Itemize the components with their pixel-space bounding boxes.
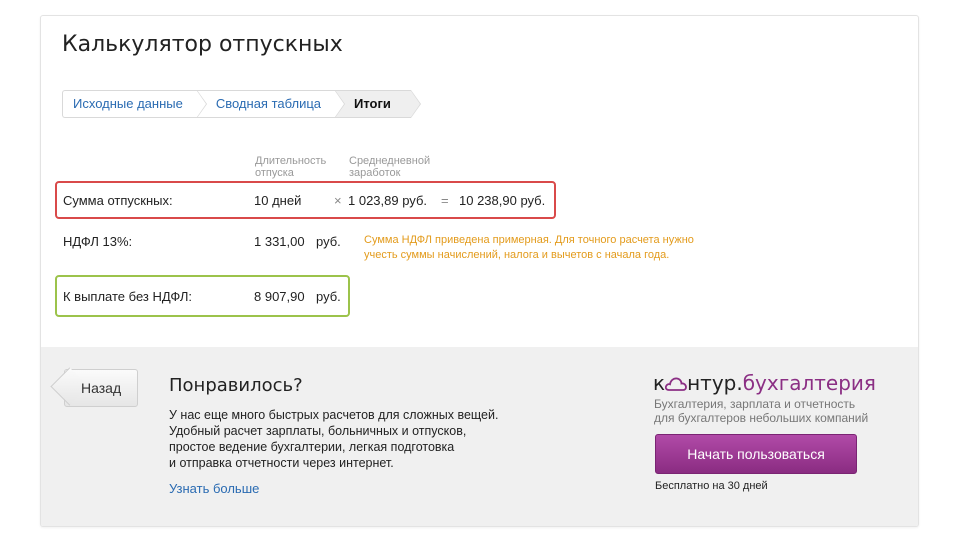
equals-sign: = (441, 193, 449, 208)
calculator-card: Калькулятор отпускных Исходные данные Св… (40, 15, 919, 527)
step-label: Исходные данные (73, 96, 183, 111)
payout-amount-value: 8 907,90 (254, 289, 305, 304)
ndfl-unit: руб. (316, 234, 341, 249)
promo-section: Назад Понравилось? У нас еще много быстр… (41, 347, 918, 526)
column-header-average: Среднедневной заработок (349, 155, 431, 179)
ndfl-label: НДФЛ 13%: (63, 234, 133, 249)
average-earnings-value: 1 023,89 руб. (348, 193, 428, 208)
back-button[interactable]: Назад (50, 367, 139, 407)
column-header-duration: Длительность отпуска (255, 155, 327, 179)
step-results[interactable]: Итоги (335, 90, 421, 118)
step-label: Итоги (354, 96, 391, 111)
vacation-total-value: 10 238,90 руб. (459, 193, 546, 208)
promo-title: Понравилось? (169, 375, 303, 396)
payout-label: К выплате без НДФЛ: (63, 289, 192, 304)
cloud-icon (665, 377, 687, 391)
start-using-button[interactable]: Начать пользоваться (655, 434, 857, 474)
multiply-sign: × (334, 193, 342, 208)
kontur-logo: к нтур.бухгалтерия (653, 371, 876, 395)
wizard-steps: Исходные данные Сводная таблица Итоги (62, 90, 421, 118)
step-label: Сводная таблица (215, 96, 322, 111)
vacation-sum-label: Сумма отпускных: (63, 193, 173, 208)
logo-subtitle: Бухгалтерия, зарплата и отчетность для б… (654, 397, 869, 425)
step-summary-table[interactable]: Сводная таблица (196, 90, 346, 118)
step-source-data[interactable]: Исходные данные (62, 90, 207, 118)
learn-more-link[interactable]: Узнать больше (169, 481, 259, 496)
payout-unit: руб. (316, 289, 341, 304)
promo-text: У нас еще много быстрых расчетов для сло… (169, 408, 499, 470)
ndfl-note: Сумма НДФЛ приведена примерная. Для точн… (364, 234, 694, 261)
ndfl-amount-value: 1 331,00 (254, 234, 305, 249)
page-title: Калькулятор отпускных (62, 32, 343, 57)
vacation-days-value: 10 дней (254, 193, 302, 208)
free-trial-label: Бесплатно на 30 дней (655, 480, 768, 492)
